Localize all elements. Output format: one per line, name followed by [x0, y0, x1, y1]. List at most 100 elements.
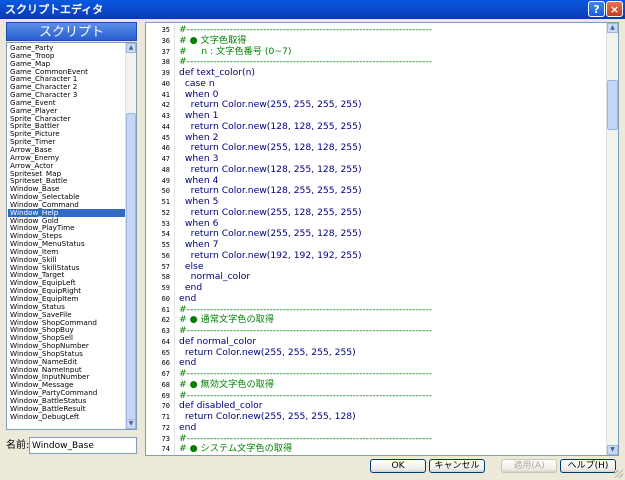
code-line[interactable]: 54 return Color.new(255, 255, 128, 255)	[162, 228, 608, 240]
code-line[interactable]: 72 end	[162, 422, 608, 434]
script-list-item[interactable]: Arrow_Enemy	[8, 154, 126, 162]
code-line[interactable]: 39 def text_color(n)	[162, 67, 608, 79]
script-list-item[interactable]: Arrow_Base	[8, 146, 126, 154]
script-list-item[interactable]: Game_Event	[8, 99, 126, 107]
code-text[interactable]: def normal_color	[179, 336, 256, 348]
script-list-item[interactable]: Game_Character 3	[8, 91, 126, 99]
code-text[interactable]: return Color.new(255, 128, 255, 255)	[179, 207, 362, 219]
script-list-item[interactable]: Window_Skill	[8, 256, 126, 264]
code-line[interactable]: 50 return Color.new(128, 255, 255, 255)	[162, 185, 608, 197]
script-list-item[interactable]: Window_Steps	[8, 232, 126, 240]
apply-button[interactable]: 適用(A)	[501, 459, 557, 473]
script-list-item[interactable]: Game_Character 2	[8, 83, 126, 91]
script-list-item[interactable]: Window_PlayTime	[8, 224, 126, 232]
code-line[interactable]: 40 case n	[162, 78, 608, 90]
script-list-item[interactable]: Window_Item	[8, 248, 126, 256]
editor-scroll-down-icon[interactable]: ▼	[607, 445, 618, 455]
help-icon[interactable]: ?	[588, 1, 605, 17]
script-list-item[interactable]: Window_Selectable	[8, 193, 126, 201]
resize-grip[interactable]	[615, 470, 623, 478]
editor-scrollbar[interactable]: ▲ ▼	[606, 23, 618, 455]
code-line[interactable]: 74 # ● システム文字色の取得	[162, 443, 608, 455]
code-text[interactable]: return Color.new(255, 255, 255, 255)	[179, 347, 356, 359]
code-text[interactable]: end	[179, 293, 196, 305]
script-list-item[interactable]: Window_NameEdit	[8, 358, 126, 366]
help-button[interactable]: ヘルプ(H)	[560, 459, 616, 473]
script-list-item[interactable]: Window_Base	[8, 185, 126, 193]
ok-button[interactable]: OK	[370, 459, 426, 473]
code-line[interactable]: 58 normal_color	[162, 271, 608, 283]
script-name-field[interactable]	[29, 437, 137, 454]
code-area[interactable]: 35 #-------------------------------------…	[162, 24, 608, 455]
code-line[interactable]: 65 return Color.new(255, 255, 255, 255)	[162, 347, 608, 359]
script-list-item[interactable]: Window_InputNumber	[8, 373, 126, 381]
code-line[interactable]: 46 return Color.new(255, 128, 128, 255)	[162, 142, 608, 154]
script-list-item[interactable]: Sprite_Character	[8, 115, 126, 123]
editor-scroll-thumb[interactable]	[607, 80, 618, 130]
script-list-item[interactable]: Spriteset_Map	[8, 170, 126, 178]
script-list-item[interactable]: Sprite_Timer	[8, 138, 126, 146]
script-list[interactable]: Game_Party Game_Troop Game_Map Game_CommonE…	[6, 42, 137, 430]
script-list-item[interactable]: Sprite_Battler	[8, 122, 126, 130]
script-list-item[interactable]: Window_ShopStatus	[8, 350, 126, 358]
code-line[interactable]: 60 end	[162, 293, 608, 305]
scroll-thumb[interactable]	[126, 113, 136, 429]
script-list-scrollbar[interactable]: ▲ ▼	[125, 43, 136, 429]
code-line[interactable]: 71 return Color.new(255, 255, 255, 128)	[162, 411, 608, 423]
code-line[interactable]: 64 def normal_color	[162, 336, 608, 348]
script-list-item[interactable]: Window_PartyCommand	[8, 389, 126, 397]
script-list-item[interactable]: Window_Command	[8, 201, 126, 209]
script-list-item[interactable]: Window_SaveFile	[8, 311, 126, 319]
script-list-item[interactable]: Window_SkillStatus	[8, 264, 126, 272]
code-line[interactable]: 52 return Color.new(255, 128, 255, 255)	[162, 207, 608, 219]
script-list-item[interactable]: Window_EquipItem	[8, 295, 126, 303]
script-list-item[interactable]: Window_EquipRight	[8, 287, 126, 295]
code-line[interactable]: 59 end	[162, 282, 608, 294]
code-text[interactable]: case n	[179, 78, 215, 90]
script-list-item[interactable]: Game_Troop	[8, 52, 126, 60]
script-list-item[interactable]: Window_NameInput	[8, 366, 126, 374]
script-list-item[interactable]: Game_Map	[8, 60, 126, 68]
code-line[interactable]: 42 return Color.new(255, 255, 255, 255)	[162, 99, 608, 111]
scroll-up-icon[interactable]: ▲	[126, 43, 136, 53]
editor-scroll-up-icon[interactable]: ▲	[607, 23, 618, 33]
script-list-item[interactable]: Window_ShopSell	[8, 334, 126, 342]
script-list-item[interactable]: Window_MenuStatus	[8, 240, 126, 248]
code-text[interactable]: return Color.new(128, 128, 255, 255)	[179, 121, 362, 133]
script-list-item[interactable]: Arrow_Actor	[8, 162, 126, 170]
code-line[interactable]: 48 return Color.new(128, 255, 128, 255)	[162, 164, 608, 176]
script-list-item[interactable]: Window_Status	[8, 303, 126, 311]
scroll-down-icon[interactable]: ▼	[126, 419, 136, 429]
code-line[interactable]: 68 # ● 無効文字色の取得	[162, 379, 608, 391]
script-list-item[interactable]: Window_Gold	[8, 217, 126, 225]
script-list-item[interactable]: Game_Party	[8, 44, 126, 52]
code-text[interactable]: end	[179, 422, 196, 434]
code-text[interactable]: # ● 無効文字色の取得	[179, 379, 274, 391]
script-list-item[interactable]: Window_EquipLeft	[8, 279, 126, 287]
script-list-item[interactable]: Game_Player	[8, 107, 126, 115]
code-text[interactable]: return Color.new(192, 192, 192, 255)	[179, 250, 362, 262]
code-text[interactable]: return Color.new(128, 255, 128, 255)	[179, 164, 362, 176]
code-text[interactable]: return Color.new(255, 255, 255, 128)	[179, 411, 356, 423]
script-list-item[interactable]: Window_BattleStatus	[8, 397, 126, 405]
script-list-item[interactable]: Window_ShopCommand	[8, 319, 126, 327]
script-list-item[interactable]: Window_Message	[8, 381, 126, 389]
script-list-item[interactable]: Spriteset_Battle	[8, 177, 126, 185]
script-list-item[interactable]: Game_Character 1	[8, 75, 126, 83]
script-list-item[interactable]: Window_BattleResult	[8, 405, 126, 413]
code-line[interactable]: 44 return Color.new(128, 128, 255, 255)	[162, 121, 608, 133]
code-text[interactable]: # ● システム文字色の取得	[179, 443, 292, 455]
cancel-button[interactable]: キャンセル	[429, 459, 485, 473]
close-icon[interactable]: ×	[606, 1, 623, 17]
script-list-item[interactable]: Sprite_Picture	[8, 130, 126, 138]
script-list-item[interactable]: Window_ShopNumber	[8, 342, 126, 350]
code-editor[interactable]: 35 #-------------------------------------…	[145, 22, 619, 456]
code-text[interactable]: # ● 文字色取得	[179, 35, 247, 47]
code-line[interactable]: 36 # ● 文字色取得	[162, 35, 608, 47]
script-list-item[interactable]: Game_CommonEvent	[8, 68, 126, 76]
script-list-item[interactable]: Window_Help	[8, 208, 126, 217]
script-list-item[interactable]: Window_DebugLeft	[8, 413, 126, 421]
script-list-item[interactable]: Window_Target	[8, 271, 126, 279]
code-line[interactable]: 56 return Color.new(192, 192, 192, 255)	[162, 250, 608, 262]
script-list-item[interactable]: Window_ShopBuy	[8, 326, 126, 334]
